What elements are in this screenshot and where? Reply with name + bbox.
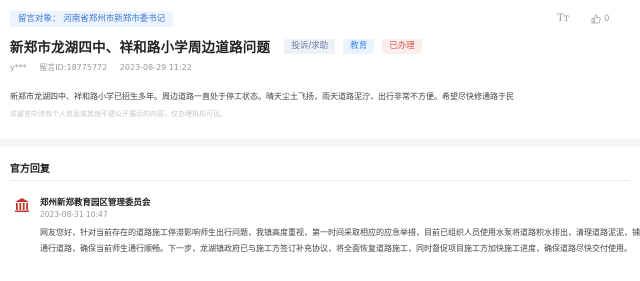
message-meta: y*** 留言ID:18775772 2023-08-29 11:22 bbox=[10, 62, 202, 73]
like-count: 0 bbox=[604, 14, 610, 24]
user-name: y*** bbox=[10, 63, 27, 72]
status-badge: 已办理 bbox=[382, 38, 422, 54]
like-button[interactable]: 0 bbox=[591, 14, 609, 24]
message-title: 新郑市龙湖四中、祥和路小学周边道路问题 bbox=[10, 40, 271, 56]
message-id: 留言ID:18775772 bbox=[39, 63, 108, 72]
reply-divider bbox=[10, 180, 630, 181]
message-target-tag: 留言对象： 河南省郑州市新郑市委书记 bbox=[10, 11, 174, 27]
reply-section-title: 官方回复 bbox=[10, 164, 50, 175]
message-time: 2023-08-29 11:22 bbox=[119, 63, 192, 72]
reply-date: 2023-08-31 10:47 bbox=[40, 210, 108, 219]
message-content: 新郑市龙湖四中、祥和路小学已招生多年。周边道路一直处于停工状态。晴天尘土飞扬，雨… bbox=[10, 92, 514, 101]
font-size-button[interactable]: Tт bbox=[557, 13, 569, 24]
title-row: 新郑市龙湖四中、祥和路小学周边道路问题 投诉/求助 教育 已办理 bbox=[10, 36, 422, 56]
reply-text-line: 网友您好，针对当前存在的道路施工停滞影响师生出行问题，我镇高度重视，第一时间采取… bbox=[40, 228, 640, 237]
target-value: 河南省郑州市新郑市委书记 bbox=[63, 14, 166, 24]
reply-text-line: 通行道路，确保当前师生通行顺畅。下一步，龙湖镇政府已与施工方签订补充协议，将全面… bbox=[40, 244, 632, 253]
reply-org-name: 郑州新郑教育园区管理委员会 bbox=[40, 198, 151, 208]
thumbs-up-icon bbox=[591, 14, 601, 24]
type-badge: 投诉/求助 bbox=[284, 38, 336, 54]
target-label: 留言对象： bbox=[18, 14, 61, 24]
section-divider bbox=[0, 139, 640, 147]
field-badge: 教育 bbox=[343, 38, 375, 54]
government-building-icon bbox=[15, 198, 29, 212]
privacy-hint: 该留言中涉有个人信息或其他不便公开展示的内容，仅办理机构可见。 bbox=[10, 110, 227, 118]
font-size-icon: Tт bbox=[557, 13, 570, 24]
